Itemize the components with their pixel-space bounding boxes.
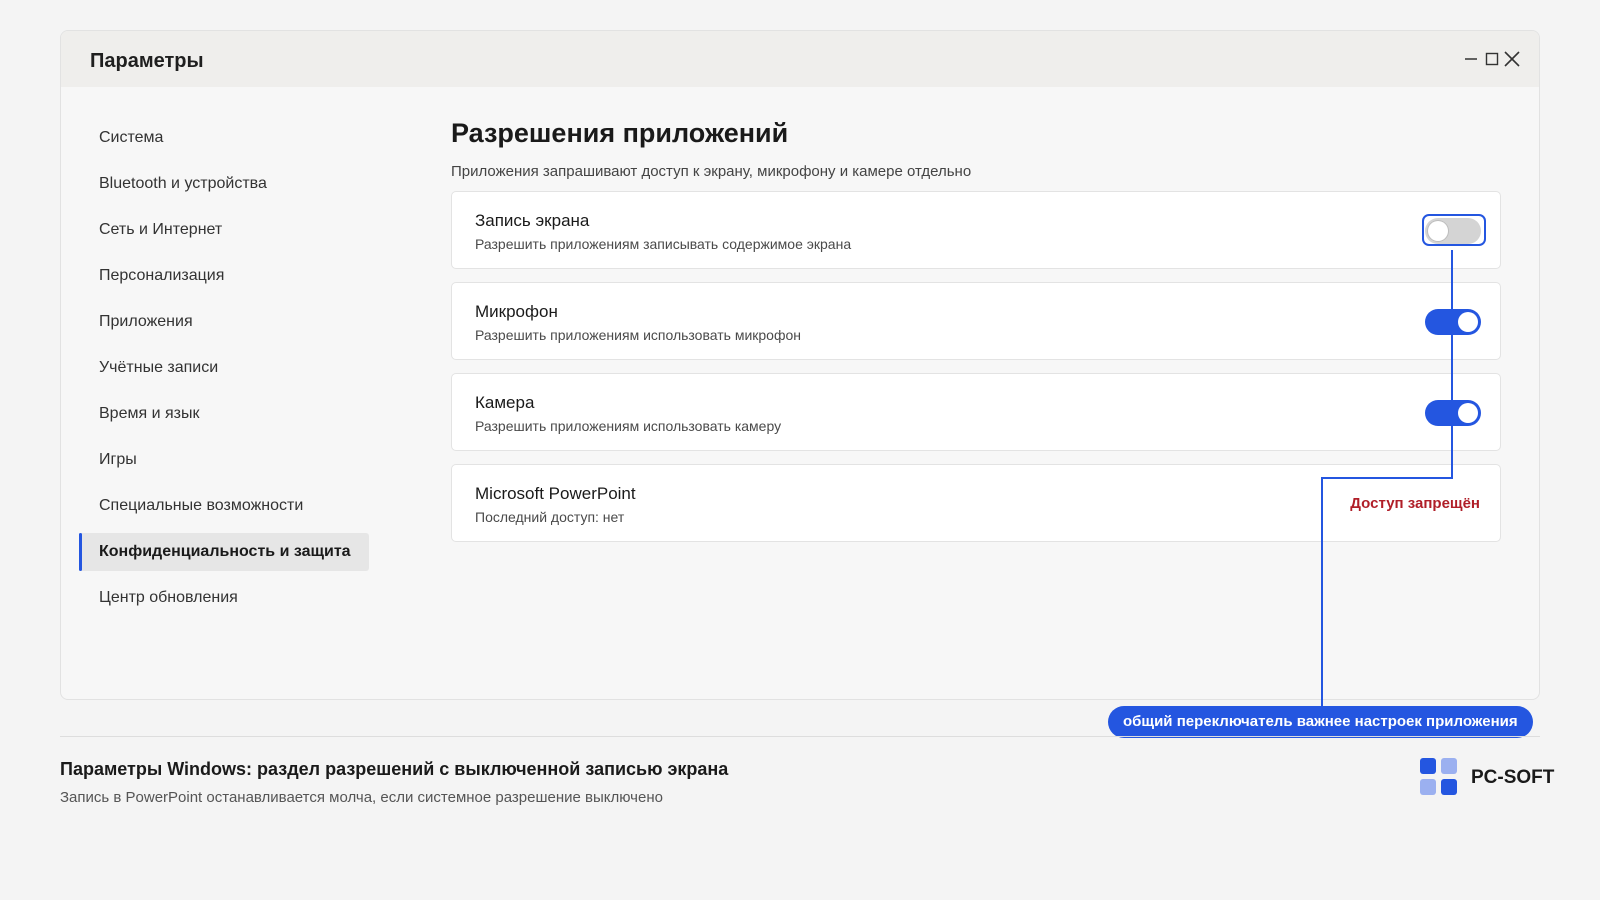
sidebar-item-system[interactable]: Система	[79, 119, 369, 157]
camera-toggle[interactable]	[1425, 400, 1481, 426]
sidebar-item-apps[interactable]: Приложения	[79, 303, 369, 341]
toggle-knob	[1428, 221, 1448, 241]
callout-line-horizontal	[1321, 477, 1453, 479]
sidebar-item-bluetooth[interactable]: Bluetooth и устройства	[79, 165, 369, 203]
setting-description: Разрешить приложениям использовать камер…	[475, 418, 782, 434]
sidebar-item-accessibility[interactable]: Специальные возможности	[79, 487, 369, 525]
setting-description: Разрешить приложениям использовать микро…	[475, 327, 802, 343]
callout-line-vertical-bottom	[1321, 477, 1323, 707]
sidebar-item-privacy[interactable]: Конфиденциальность и защита	[79, 533, 369, 571]
caption-divider	[60, 736, 1540, 737]
sidebar-item-personalization[interactable]: Персонализация	[79, 257, 369, 295]
minimize-button[interactable]	[1460, 47, 1482, 71]
settings-list: Запись экрана Разрешить приложениям запи…	[451, 191, 1511, 542]
toggle-knob	[1458, 403, 1478, 423]
caption-title: Параметры Windows: раздел разрешений с в…	[60, 759, 729, 779]
brand-logo: PC-SOFT	[1420, 758, 1554, 798]
caption-subtitle: Запись в PowerPoint останавливается молч…	[60, 789, 663, 806]
callout-line-vertical-top	[1451, 250, 1453, 478]
sidebar-nav: Система Bluetooth и устройства Сеть и Ин…	[79, 119, 369, 625]
setting-title: Камера	[475, 393, 535, 412]
setting-title: Запись экрана	[475, 211, 590, 230]
setting-title: Микрофон	[475, 302, 558, 321]
screen-recording-toggle[interactable]	[1425, 218, 1481, 244]
title-bar: Параметры	[61, 31, 1539, 87]
maximize-button[interactable]	[1481, 47, 1503, 71]
logo-squares-icon	[1420, 758, 1460, 798]
sidebar-item-time-language[interactable]: Время и язык	[79, 395, 369, 433]
window-title: Параметры	[90, 50, 204, 72]
access-denied-status: Доступ запрещён	[1350, 495, 1480, 512]
sidebar-item-network[interactable]: Сеть и Интернет	[79, 211, 369, 249]
setting-microphone: Микрофон Разрешить приложениям использов…	[451, 282, 1501, 360]
toggle-knob	[1458, 312, 1478, 332]
setting-description: Разрешить приложениям записывать содержи…	[475, 236, 852, 252]
close-button[interactable]	[1501, 47, 1523, 71]
page-subtitle: Приложения запрашивают доступ к экрану, …	[451, 163, 972, 180]
minimize-icon	[1465, 58, 1477, 60]
callout-label: общий переключатель важнее настроек прил…	[1108, 706, 1533, 738]
sidebar-item-accounts[interactable]: Учётные записи	[79, 349, 369, 387]
maximize-icon	[1485, 52, 1499, 66]
microphone-toggle[interactable]	[1425, 309, 1481, 335]
settings-window: Параметры Система Bluetooth и устройства…	[60, 30, 1540, 700]
brand-name: PC-SOFT	[1471, 767, 1555, 788]
setting-screen-recording: Запись экрана Разрешить приложениям запи…	[451, 191, 1501, 269]
app-powerpoint[interactable]: Microsoft PowerPoint Последний доступ: н…	[451, 464, 1501, 542]
setting-camera: Камера Разрешить приложениям использоват…	[451, 373, 1501, 451]
sidebar-item-windows-update[interactable]: Центр обновления	[79, 579, 369, 617]
page-title: Разрешения приложений	[451, 118, 789, 148]
close-icon	[1504, 51, 1520, 67]
app-last-access: Последний доступ: нет	[475, 509, 625, 525]
app-name: Microsoft PowerPoint	[475, 484, 636, 503]
sidebar-item-gaming[interactable]: Игры	[79, 441, 369, 479]
